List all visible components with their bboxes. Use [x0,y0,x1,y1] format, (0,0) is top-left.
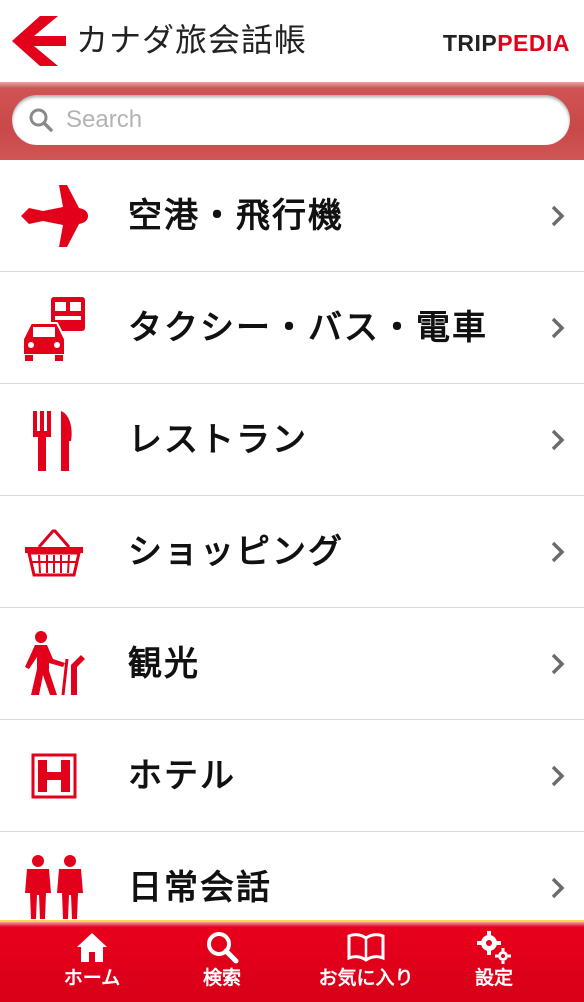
tab-favorites[interactable]: お気に入り [306,922,426,1002]
list-item-shopping[interactable]: ショッピング [0,496,584,608]
chevron-right-icon [551,205,565,226]
tab-search[interactable]: 検索 [172,922,272,1002]
search-icon [207,932,239,964]
search-icon [29,108,53,132]
chevron-right-icon [551,653,565,674]
tab-label: ホーム [63,967,121,989]
list-item-label: 日常会話 [128,867,272,908]
list-item-label: レストラン [128,419,308,460]
chevron-right-icon [551,541,565,562]
airplane-icon [14,176,94,256]
search-field[interactable] [12,95,570,145]
search-input[interactable] [64,105,548,135]
list-item-label: 観光 [128,643,200,684]
list-item-airport[interactable]: 空港・飛行機 [0,160,584,272]
shopping-basket-icon [14,512,94,592]
taxi-bus-train-icon [14,288,94,368]
brand-logo-pedia: PEDIA [497,30,570,56]
tab-label: 設定 [474,967,513,989]
list-item-label: ホテル [128,755,236,796]
chevron-right-icon [551,765,565,786]
home-icon [77,933,107,962]
app-title: カナダ旅会話帳 [76,21,308,59]
tab-label: 検索 [202,967,241,989]
back-arrow-icon [12,16,66,66]
book-icon [347,933,385,962]
app-header: カナダ旅会話帳 TRIPPEDIA [0,0,584,82]
fork-knife-icon [14,400,94,480]
tab-home[interactable]: ホーム [42,922,142,1002]
brand-logo-trip: TRIP [442,30,498,56]
category-list: 空港・飛行機 タクシー・バス・電車 レストラン ショッピング 観光 ホテル 日常… [0,160,584,944]
people-icon [14,848,94,928]
chevron-right-icon [551,429,565,450]
list-item-sightseeing[interactable]: 観光 [0,608,584,720]
list-item-transport[interactable]: タクシー・バス・電車 [0,272,584,384]
bottom-tab-bar: ホーム 検索 お気に入り 設定 [0,920,584,1002]
sightseeing-walker-icon [14,624,94,704]
hotel-icon [14,736,94,816]
chevron-right-icon [551,317,565,338]
brand-logo: TRIPPEDIA [443,28,570,58]
gear-icon [477,931,511,964]
tab-label: お気に入り [318,967,414,989]
tab-settings[interactable]: 設定 [444,922,544,1002]
back-button[interactable] [10,12,68,70]
list-item-label: 空港・飛行機 [128,195,344,236]
list-item-label: ショッピング [128,531,344,572]
chevron-right-icon [551,877,565,898]
list-item-restaurant[interactable]: レストラン [0,384,584,496]
list-item-label: タクシー・バス・電車 [128,307,488,348]
list-item-hotel[interactable]: ホテル [0,720,584,832]
search-bar [0,82,584,160]
